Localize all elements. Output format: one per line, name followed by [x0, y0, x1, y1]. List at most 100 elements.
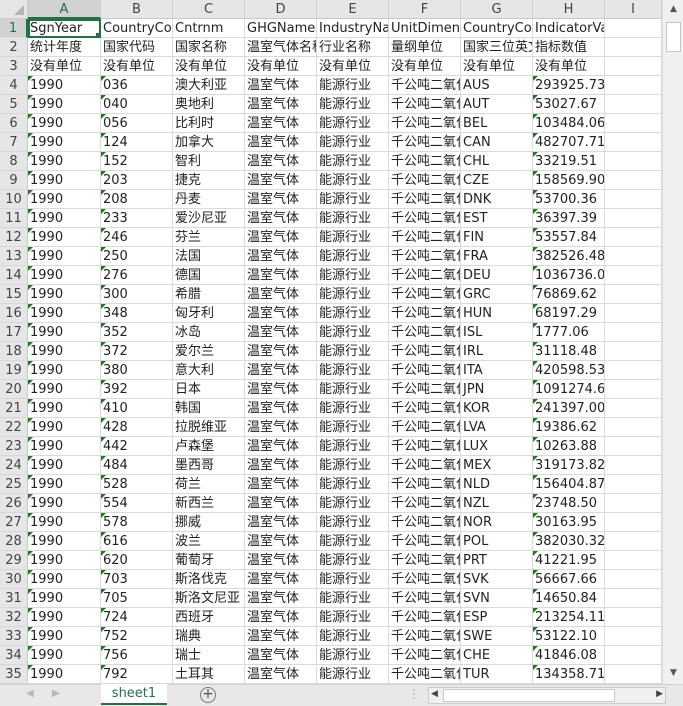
cell-H20[interactable]: 1091274.60 — [533, 380, 605, 399]
cell-G3[interactable]: 没有单位 — [461, 57, 533, 76]
cell-D25[interactable]: 温室气体 — [245, 475, 317, 494]
cell-D28[interactable]: 温室气体 — [245, 532, 317, 551]
cell-D10[interactable]: 温室气体 — [245, 190, 317, 209]
cell-E31[interactable]: 能源行业 — [317, 589, 389, 608]
cell-E26[interactable]: 能源行业 — [317, 494, 389, 513]
row-header[interactable]: 19 — [0, 361, 28, 380]
cell-B15[interactable]: 300 — [101, 285, 173, 304]
horizontal-scrollbar[interactable]: ◀ ▶ — [428, 687, 666, 704]
empty-cell[interactable] — [605, 342, 662, 361]
column-header-I[interactable]: I — [605, 0, 662, 19]
cell-F16[interactable]: 千公吨二氧化碳当量 — [389, 304, 461, 323]
cell-B24[interactable]: 484 — [101, 456, 173, 475]
cell-B21[interactable]: 410 — [101, 399, 173, 418]
cell-F28[interactable]: 千公吨二氧化碳当量 — [389, 532, 461, 551]
cell-E29[interactable]: 能源行业 — [317, 551, 389, 570]
row-header[interactable]: 23 — [0, 437, 28, 456]
prev-sheet-icon[interactable]: ◀ — [26, 688, 34, 699]
cell-B6[interactable]: 056 — [101, 114, 173, 133]
cell-G7[interactable]: CAN — [461, 133, 533, 152]
cell-D30[interactable]: 温室气体 — [245, 570, 317, 589]
cell-A29[interactable]: 1990 — [28, 551, 101, 570]
cell-G18[interactable]: IRL — [461, 342, 533, 361]
cell-F2[interactable]: 量纲单位 — [389, 38, 461, 57]
cell-F31[interactable]: 千公吨二氧化碳当量 — [389, 589, 461, 608]
row-header[interactable]: 27 — [0, 513, 28, 532]
cell-E4[interactable]: 能源行业 — [317, 76, 389, 95]
cell-B11[interactable]: 233 — [101, 209, 173, 228]
row-header[interactable]: 20 — [0, 380, 28, 399]
row-header[interactable]: 25 — [0, 475, 28, 494]
splitter-handle-icon[interactable]: ⋮ — [408, 687, 420, 701]
cell-H31[interactable]: 14650.84 — [533, 589, 605, 608]
empty-cell[interactable] — [605, 437, 662, 456]
empty-cell[interactable] — [605, 76, 662, 95]
cell-B13[interactable]: 250 — [101, 247, 173, 266]
cell-F25[interactable]: 千公吨二氧化碳当量 — [389, 475, 461, 494]
cell-D20[interactable]: 温室气体 — [245, 380, 317, 399]
cell-H27[interactable]: 30163.95 — [533, 513, 605, 532]
cell-H26[interactable]: 23748.50 — [533, 494, 605, 513]
empty-cell[interactable] — [605, 456, 662, 475]
cell-A12[interactable]: 1990 — [28, 228, 101, 247]
cell-H33[interactable]: 53122.10 — [533, 627, 605, 646]
cell-E15[interactable]: 能源行业 — [317, 285, 389, 304]
scroll-right-icon[interactable]: ▶ — [656, 689, 663, 699]
empty-cell[interactable] — [605, 418, 662, 437]
row-header[interactable]: 35 — [0, 665, 28, 684]
cell-H12[interactable]: 53557.84 — [533, 228, 605, 247]
empty-cell[interactable] — [605, 513, 662, 532]
cell-G5[interactable]: AUT — [461, 95, 533, 114]
cell-H3[interactable]: 没有单位 — [533, 57, 605, 76]
cell-C22[interactable]: 拉脱维亚 — [173, 418, 245, 437]
cell-F1[interactable]: UnitDimension — [389, 19, 461, 38]
cell-F33[interactable]: 千公吨二氧化碳当量 — [389, 627, 461, 646]
cell-B9[interactable]: 203 — [101, 171, 173, 190]
cell-A34[interactable]: 1990 — [28, 646, 101, 665]
cell-C4[interactable]: 澳大利亚 — [173, 76, 245, 95]
row-header[interactable]: 33 — [0, 627, 28, 646]
cell-D22[interactable]: 温室气体 — [245, 418, 317, 437]
cell-E14[interactable]: 能源行业 — [317, 266, 389, 285]
empty-cell[interactable] — [605, 19, 662, 38]
column-header-F[interactable]: F — [389, 0, 461, 19]
cell-A6[interactable]: 1990 — [28, 114, 101, 133]
cell-D12[interactable]: 温室气体 — [245, 228, 317, 247]
cell-F20[interactable]: 千公吨二氧化碳当量 — [389, 380, 461, 399]
cell-E5[interactable]: 能源行业 — [317, 95, 389, 114]
cell-H11[interactable]: 36397.39 — [533, 209, 605, 228]
empty-cell[interactable] — [605, 247, 662, 266]
cell-F10[interactable]: 千公吨二氧化碳当量 — [389, 190, 461, 209]
cell-C9[interactable]: 捷克 — [173, 171, 245, 190]
cell-G25[interactable]: NLD — [461, 475, 533, 494]
cell-C2[interactable]: 国家名称 — [173, 38, 245, 57]
cell-G6[interactable]: BEL — [461, 114, 533, 133]
cell-B10[interactable]: 208 — [101, 190, 173, 209]
cell-G14[interactable]: DEU — [461, 266, 533, 285]
cell-H9[interactable]: 158569.90 — [533, 171, 605, 190]
row-header[interactable]: 12 — [0, 228, 28, 247]
cell-C18[interactable]: 爱尔兰 — [173, 342, 245, 361]
cell-F21[interactable]: 千公吨二氧化碳当量 — [389, 399, 461, 418]
cell-D23[interactable]: 温室气体 — [245, 437, 317, 456]
cell-G34[interactable]: CHE — [461, 646, 533, 665]
cell-H22[interactable]: 19386.62 — [533, 418, 605, 437]
row-header[interactable]: 9 — [0, 171, 28, 190]
cell-G11[interactable]: EST — [461, 209, 533, 228]
cell-D18[interactable]: 温室气体 — [245, 342, 317, 361]
row-header[interactable]: 24 — [0, 456, 28, 475]
cell-G32[interactable]: ESP — [461, 608, 533, 627]
row-header[interactable]: 29 — [0, 551, 28, 570]
cell-A8[interactable]: 1990 — [28, 152, 101, 171]
empty-cell[interactable] — [605, 133, 662, 152]
cell-E28[interactable]: 能源行业 — [317, 532, 389, 551]
cell-C25[interactable]: 荷兰 — [173, 475, 245, 494]
empty-cell[interactable] — [605, 323, 662, 342]
cell-D15[interactable]: 温室气体 — [245, 285, 317, 304]
cell-C17[interactable]: 冰岛 — [173, 323, 245, 342]
cell-F6[interactable]: 千公吨二氧化碳当量 — [389, 114, 461, 133]
cell-B18[interactable]: 372 — [101, 342, 173, 361]
cell-G24[interactable]: MEX — [461, 456, 533, 475]
cell-E19[interactable]: 能源行业 — [317, 361, 389, 380]
row-header[interactable]: 2 — [0, 38, 28, 57]
